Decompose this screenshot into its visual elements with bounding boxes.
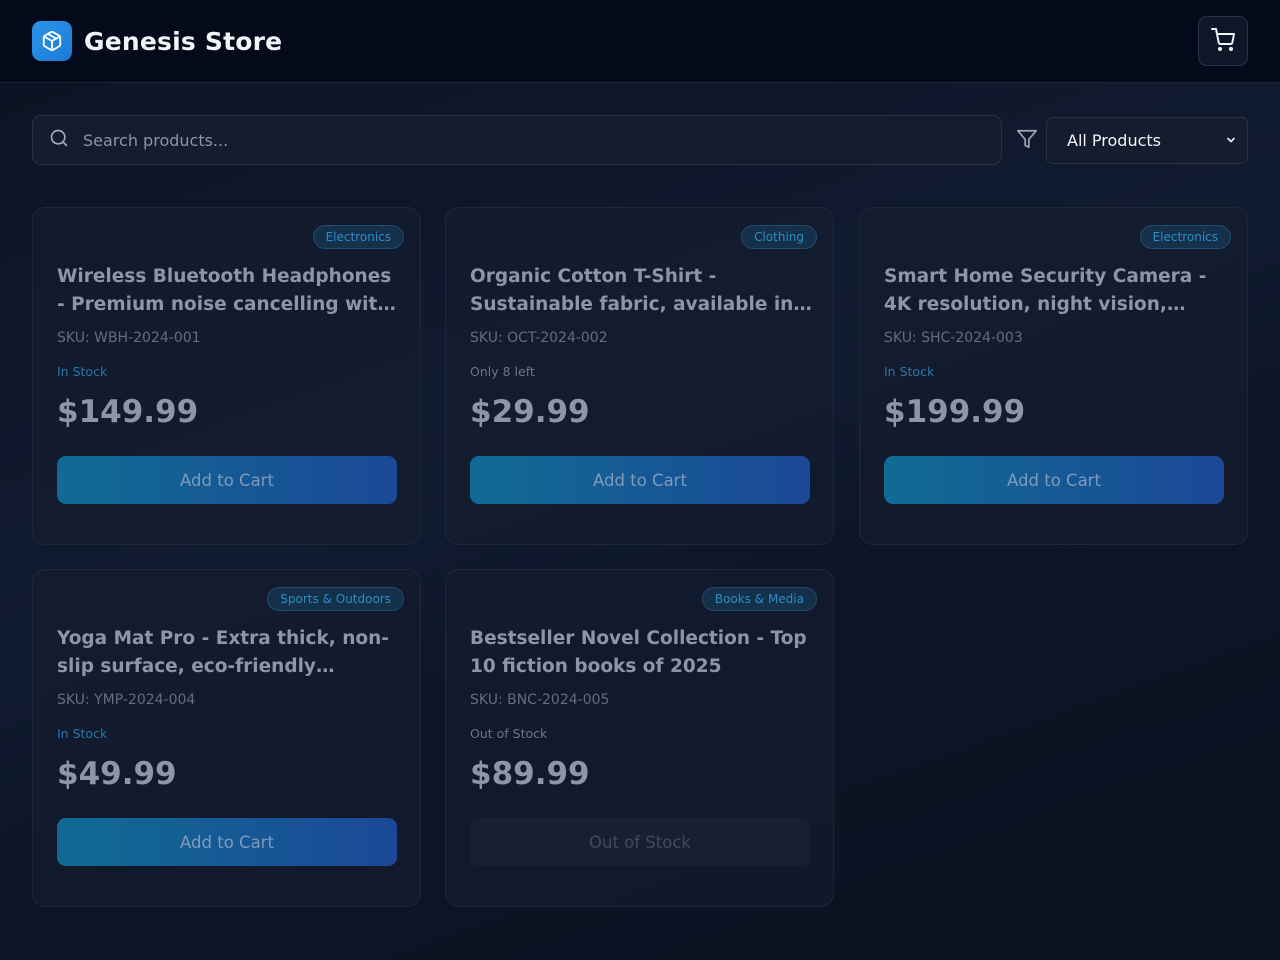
product-card: Electronics Wireless Bluetooth Headphone… bbox=[32, 207, 421, 545]
product-price: $149.99 bbox=[57, 394, 199, 430]
product-sku: SKU: BNC-2024-005 bbox=[470, 692, 610, 708]
top-bar: Genesis Store bbox=[0, 0, 1280, 83]
category-badge: Sports & Outdoors bbox=[267, 587, 404, 611]
store-title: Genesis Store bbox=[84, 26, 283, 56]
package-icon bbox=[32, 21, 72, 61]
category-select[interactable]: All Products bbox=[1046, 117, 1248, 164]
stock-status: In Stock bbox=[57, 726, 108, 741]
product-price: $49.99 bbox=[57, 756, 177, 792]
toolbar: All Products bbox=[32, 115, 1248, 165]
product-price: $199.99 bbox=[884, 394, 1026, 430]
out-of-stock-button[interactable]: Out of Stock bbox=[470, 818, 810, 866]
shopping-cart-icon bbox=[1211, 27, 1235, 55]
stock-status: In Stock bbox=[884, 364, 935, 379]
search-box[interactable] bbox=[32, 115, 1002, 165]
product-sku: SKU: YMP-2024-004 bbox=[57, 692, 196, 708]
cart-button[interactable] bbox=[1198, 16, 1248, 66]
product-sku: SKU: SHC-2024-003 bbox=[884, 330, 1023, 346]
brand[interactable]: Genesis Store bbox=[32, 21, 282, 61]
product-price: $29.99 bbox=[470, 394, 590, 430]
add-to-cart-button[interactable]: Add to Cart bbox=[884, 456, 1224, 504]
product-card: Books & Media Bestseller Novel Collectio… bbox=[445, 569, 834, 907]
category-select-value: All Products bbox=[1067, 131, 1162, 150]
product-name[interactable]: Wireless Bluetooth Headphones - Premium … bbox=[57, 263, 399, 319]
product-name[interactable]: Yoga Mat Pro - Extra thick, non-slip sur… bbox=[57, 625, 399, 681]
product-sku: SKU: WBH-2024-001 bbox=[57, 330, 201, 346]
filter-icon[interactable] bbox=[1016, 128, 1038, 154]
product-sku: SKU: OCT-2024-002 bbox=[470, 330, 608, 346]
category-badge: Electronics bbox=[312, 225, 404, 249]
stock-status: In Stock bbox=[57, 364, 108, 379]
stock-status: Out of Stock bbox=[470, 726, 548, 741]
product-name[interactable]: Organic Cotton T-Shirt - Sustainable fab… bbox=[470, 263, 812, 319]
search-input[interactable] bbox=[83, 130, 943, 150]
product-card: Clothing Organic Cotton T-Shirt - Sustai… bbox=[445, 207, 834, 545]
category-badge: Clothing bbox=[741, 225, 817, 249]
product-name[interactable]: Bestseller Novel Collection - Top 10 fic… bbox=[470, 625, 812, 681]
product-card: Sports & Outdoors Yoga Mat Pro - Extra t… bbox=[32, 569, 421, 907]
product-name[interactable]: Smart Home Security Camera - 4K resoluti… bbox=[884, 263, 1226, 319]
product-price: $89.99 bbox=[470, 756, 590, 792]
add-to-cart-button[interactable]: Add to Cart bbox=[470, 456, 810, 504]
category-badge: Books & Media bbox=[701, 587, 817, 611]
add-to-cart-button[interactable]: Add to Cart bbox=[57, 818, 397, 866]
add-to-cart-button[interactable]: Add to Cart bbox=[57, 456, 397, 504]
chevron-down-icon bbox=[1225, 131, 1237, 150]
category-badge: Electronics bbox=[1139, 225, 1231, 249]
product-card: Electronics Smart Home Security Camera -… bbox=[859, 207, 1248, 545]
stock-status: Only 8 left bbox=[470, 364, 535, 379]
search-icon bbox=[49, 128, 69, 152]
